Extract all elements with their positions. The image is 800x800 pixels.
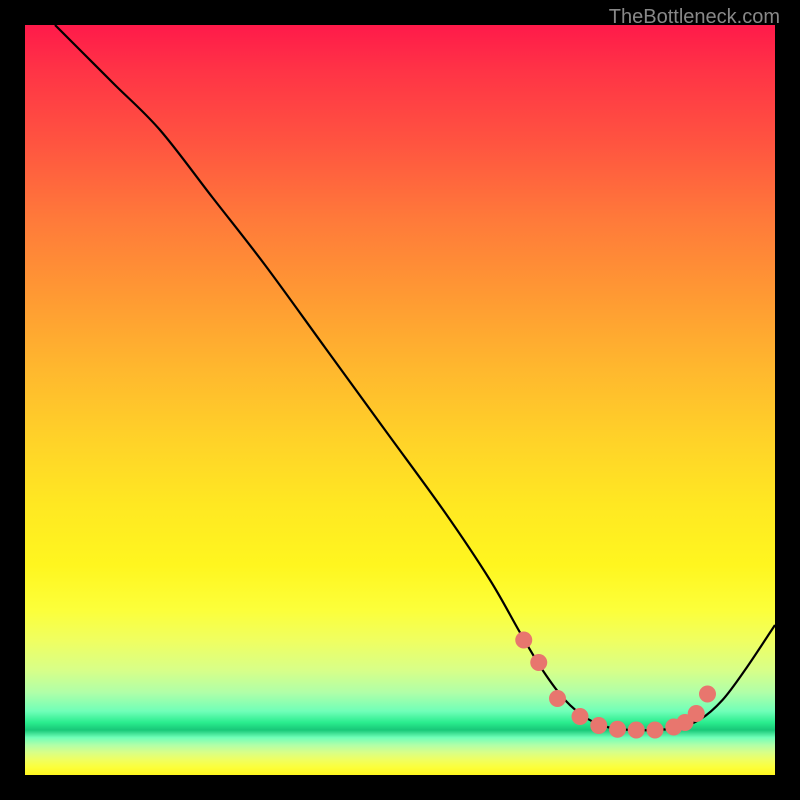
curve-marker bbox=[647, 722, 664, 739]
plot-area bbox=[25, 25, 775, 775]
attribution-text: TheBottleneck.com bbox=[609, 6, 780, 29]
bottleneck-curve bbox=[55, 25, 775, 730]
curve-marker bbox=[609, 721, 626, 738]
curve-marker bbox=[688, 705, 705, 722]
curve-marker bbox=[590, 717, 607, 734]
chart-svg bbox=[25, 25, 775, 775]
curve-marker bbox=[530, 654, 547, 671]
curve-marker bbox=[515, 632, 532, 649]
markers-group bbox=[515, 632, 716, 739]
curve-marker bbox=[628, 722, 645, 739]
curve-marker bbox=[549, 690, 566, 707]
curve-marker bbox=[572, 708, 589, 725]
curve-marker bbox=[699, 686, 716, 703]
